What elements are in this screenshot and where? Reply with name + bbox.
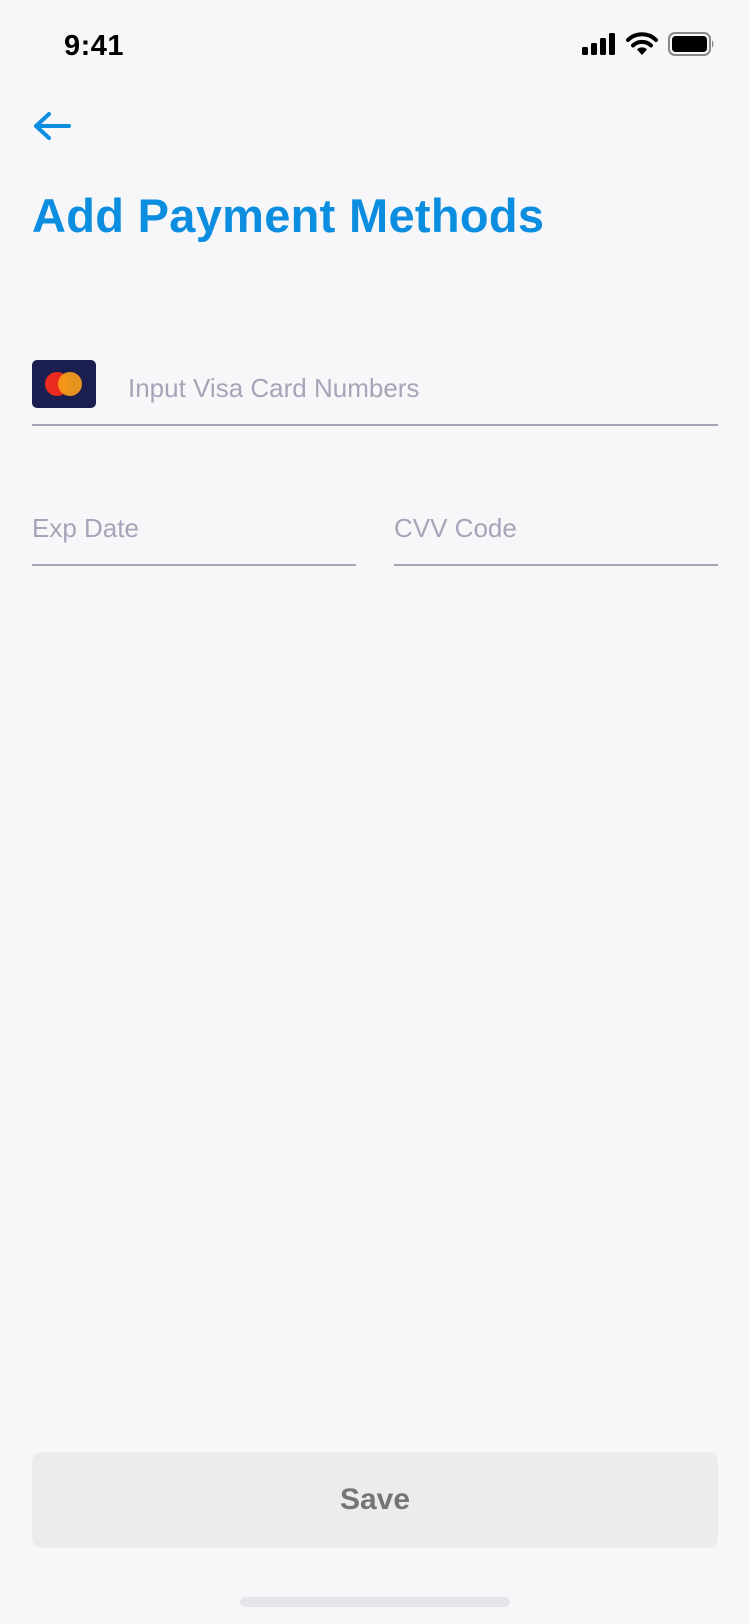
save-button[interactable]: Save	[32, 1452, 718, 1548]
exp-date-field	[32, 498, 356, 566]
cvv-field	[394, 498, 718, 566]
page-title: Add Payment Methods	[32, 189, 545, 242]
mastercard-orange-circle	[58, 372, 82, 396]
card-number-input[interactable]	[128, 368, 708, 408]
card-number-field	[32, 358, 718, 426]
back-button[interactable]	[30, 106, 74, 150]
battery-icon	[668, 32, 716, 61]
cellular-signal-icon	[582, 33, 616, 60]
exp-date-input[interactable]	[32, 508, 356, 548]
home-indicator	[240, 1597, 510, 1607]
arrow-left-icon	[32, 110, 72, 147]
wifi-icon	[626, 32, 658, 61]
cvv-input[interactable]	[394, 508, 718, 548]
status-icons	[582, 32, 716, 61]
status-time: 9:41	[64, 30, 125, 62]
status-bar: 9:41	[0, 0, 750, 96]
mastercard-icon	[32, 360, 96, 408]
